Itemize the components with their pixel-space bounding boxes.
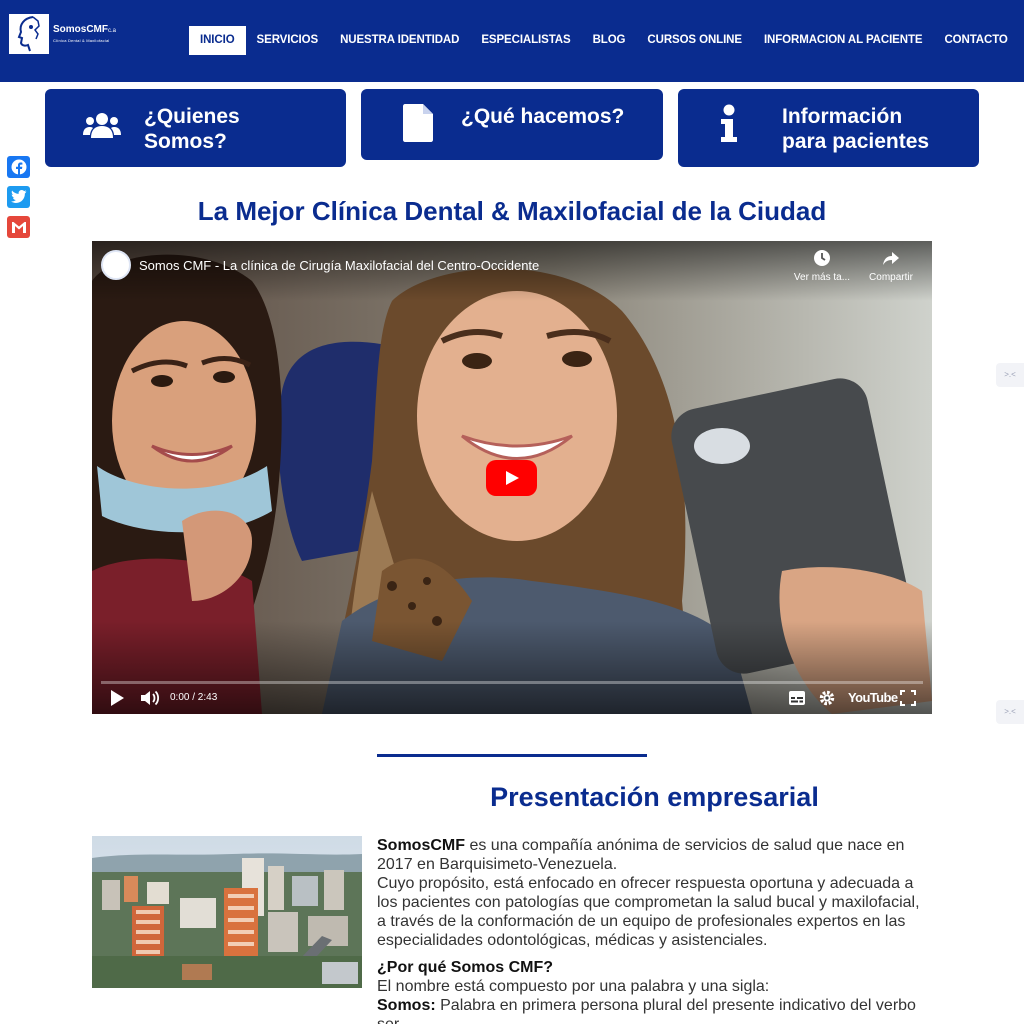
why-heading: ¿Por qué Somos CMF? xyxy=(377,959,553,976)
volume-icon[interactable] xyxy=(140,689,160,707)
play-icon[interactable] xyxy=(108,689,126,707)
page: SomosCMFc.a Clínica Dental & Maxilofacia… xyxy=(0,0,1024,1024)
youtube-logo[interactable]: YouTube xyxy=(848,690,898,705)
share-facebook-button[interactable] xyxy=(7,156,30,178)
nav-informacion-paciente[interactable]: INFORMACION AL PACIENTE xyxy=(753,26,934,55)
feature-label: ¿Quienes xyxy=(144,105,240,128)
watch-later-label: Ver más ta... xyxy=(793,272,851,283)
logo-profile-icon xyxy=(9,14,49,54)
facebook-icon xyxy=(11,159,26,175)
site-logo[interactable]: SomosCMFc.a Clínica Dental & Maxilofacia… xyxy=(9,14,116,54)
quienes-somos-button[interactable]: ¿Quienes Somos? xyxy=(45,89,346,167)
feature-label: para pacientes xyxy=(782,130,930,153)
intro-paragraph: SomosCMF es una compañía anónima de serv… xyxy=(377,836,932,874)
logo-tagline: Clínica Dental & Maxilofacial xyxy=(53,38,110,43)
side-widget-tab[interactable]: >.< xyxy=(996,363,1024,387)
users-icon xyxy=(83,111,121,144)
definition-paragraph: Somos: Palabra en primera persona plural… xyxy=(377,996,932,1024)
subtitles-icon[interactable] xyxy=(789,691,805,705)
que-hacemos-button[interactable]: ¿Qué hacemos? xyxy=(361,89,663,160)
watch-later-button[interactable]: Ver más ta... xyxy=(791,249,853,283)
city-photo xyxy=(92,836,362,988)
play-button-icon[interactable] xyxy=(486,460,537,496)
nav-cursos-online[interactable]: CURSOS ONLINE xyxy=(636,26,753,55)
section-divider xyxy=(377,754,647,757)
nav-inicio[interactable]: INICIO xyxy=(189,26,246,55)
progress-bar[interactable] xyxy=(101,681,923,684)
video-time: 0:00 / 2:43 xyxy=(170,692,218,703)
feature-label: ¿Qué hacemos? xyxy=(461,105,625,128)
main-nav: INICIO SERVICIOS NUESTRA IDENTIDAD ESPEC… xyxy=(189,26,1019,55)
logo-wordmark: SomosCMFc.a xyxy=(53,24,117,35)
side-widget-tab[interactable]: >.< xyxy=(996,700,1024,724)
settings-gear-icon[interactable] xyxy=(819,689,835,707)
nav-nuestra-identidad[interactable]: NUESTRA IDENTIDAD xyxy=(329,26,470,55)
presentation-text: SomosCMF es una compañía anónima de serv… xyxy=(377,836,932,1024)
feature-label: Somos? xyxy=(144,130,227,153)
definition-term: Somos: xyxy=(377,997,436,1014)
presentation-heading: Presentación empresarial xyxy=(490,782,819,812)
definition-text: Palabra en primera persona plural del pr… xyxy=(377,997,916,1024)
main-heading: La Mejor Clínica Dental & Maxilofacial d… xyxy=(197,196,827,226)
purpose-paragraph: Cuyo propósito, está enfocado en ofrecer… xyxy=(377,875,920,949)
brand-name: SomosCMF xyxy=(377,837,465,854)
clock-icon xyxy=(814,250,830,266)
site-header: SomosCMFc.a Clínica Dental & Maxilofacia… xyxy=(0,0,1024,82)
document-icon xyxy=(403,104,433,147)
video-title[interactable]: Somos CMF - La clínica de Cirugía Maxilo… xyxy=(139,258,539,273)
channel-avatar[interactable] xyxy=(101,250,131,280)
why-text: El nombre está compuesto por una palabra… xyxy=(377,978,770,995)
feature-label: Información xyxy=(782,105,903,128)
informacion-pacientes-button[interactable]: Información para pacientes xyxy=(678,89,979,167)
nav-especialistas[interactable]: ESPECIALISTAS xyxy=(470,26,581,55)
nav-contacto[interactable]: CONTACTO xyxy=(933,26,1018,55)
nav-servicios[interactable]: SERVICIOS xyxy=(246,26,330,55)
share-arrow-icon xyxy=(883,252,899,265)
nav-blog[interactable]: BLOG xyxy=(582,26,637,55)
fullscreen-icon[interactable] xyxy=(900,690,916,706)
info-icon xyxy=(720,104,738,149)
share-video-label: Compartir xyxy=(869,272,913,283)
share-video-button[interactable]: Compartir xyxy=(864,249,918,283)
video-player[interactable]: Somos CMF - La clínica de Cirugía Maxilo… xyxy=(92,241,932,714)
